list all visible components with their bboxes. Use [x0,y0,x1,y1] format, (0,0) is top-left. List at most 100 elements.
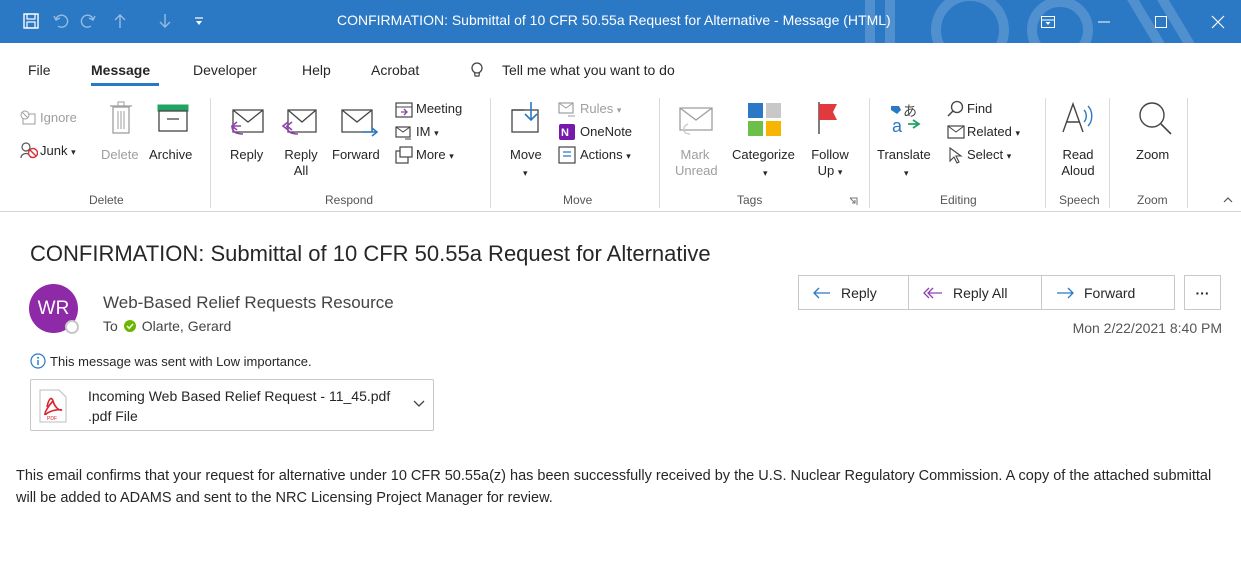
actions-button[interactable]: Actions ▾ [580,147,631,164]
im-icon [395,123,413,141]
junk-label: Junk [40,143,68,158]
menu-bar: File Message Developer Help Acrobat Tell… [0,56,1241,86]
reading-pane: CONFIRMATION: Submittal of 10 CFR 50.55a… [0,213,1241,583]
move-dropdown-arrow[interactable]: ▾ [523,165,528,181]
categorize-button[interactable]: Categorize [732,147,795,163]
message-body: This email confirms that your request fo… [16,468,1212,506]
reply-all-action-button[interactable]: Reply All [908,275,1042,310]
follow-up-line1: Follow [811,147,849,162]
read-aloud-line1: Read [1062,147,1094,162]
group-label-zoom: Zoom [1137,193,1168,207]
reply-action-label: Reply [841,284,877,301]
svg-text:あ: あ [903,104,917,120]
avatar[interactable]: WR [29,284,79,334]
title-bar: CONFIRMATION: Submittal of 10 CFR 50.55a… [0,0,1241,43]
rules-button[interactable]: Rules ▾ [580,101,621,118]
reply-button[interactable]: Reply [230,147,263,163]
ribbon-display-options-icon[interactable] [1025,0,1071,43]
menu-file[interactable]: File [28,62,51,78]
ignore-button[interactable]: Ignore [40,110,77,126]
select-button[interactable]: Select ▾ [967,147,1011,164]
group-separator [869,98,870,208]
delete-button[interactable]: Delete [101,147,139,163]
read-aloud-icon [1060,100,1094,134]
forward-action-button[interactable]: Forward [1041,275,1175,310]
more-respond-button[interactable]: More ▾ [416,147,454,164]
select-cursor-icon [947,146,965,164]
ignore-icon [20,110,36,126]
onenote-icon: N [558,123,576,141]
reply-arrow-icon [813,287,831,299]
chevron-down-icon[interactable] [413,400,425,408]
recipient-row: To Olarte, Gerard [103,318,231,334]
next-item-icon[interactable] [155,11,175,31]
reply-all-icon [282,104,318,138]
group-separator [1109,98,1110,208]
close-button[interactable] [1195,0,1241,43]
undo-icon[interactable] [51,11,71,31]
more-actions-button[interactable]: ··· [1184,275,1221,310]
ribbon: Ignore Junk ▾ Delete Archive Delete Repl… [0,90,1241,212]
reply-action-button[interactable]: Reply [798,275,909,310]
find-button[interactable]: Find [967,101,992,117]
move-button[interactable]: Move [510,147,542,163]
previous-item-icon[interactable] [110,11,130,31]
rules-label: Rules [580,101,614,116]
presence-available-icon [123,320,136,332]
customize-toolbar-icon[interactable] [189,11,209,31]
dialog-launcher-icon[interactable] [849,197,858,206]
sender-name[interactable]: Web-Based Relief Requests Resource [103,293,394,313]
maximize-button[interactable] [1138,0,1184,43]
meeting-button[interactable]: Meeting [416,101,462,117]
group-separator [659,98,660,208]
im-button[interactable]: IM ▾ [416,124,439,141]
minimize-button[interactable] [1081,0,1127,43]
group-label-move: Move [563,193,593,207]
more-respond-label: More [416,147,446,162]
group-label-editing: Editing [940,193,977,207]
translate-dropdown-arrow[interactable]: ▾ [904,165,909,181]
translate-button[interactable]: Translate [877,147,931,163]
read-aloud-button[interactable]: Read Aloud [1060,147,1096,179]
collapse-ribbon-icon[interactable] [1223,196,1233,204]
forward-icon [340,104,378,138]
follow-up-button[interactable]: Follow Up ▾ [808,147,852,180]
onenote-button[interactable]: OneNote [580,124,632,140]
attachment-card[interactable]: PDF Incoming Web Based Relief Request - … [30,379,434,431]
menu-acrobat[interactable]: Acrobat [371,62,419,78]
save-icon[interactable] [21,11,41,31]
archive-button[interactable]: Archive [149,147,192,163]
menu-message[interactable]: Message [91,62,150,78]
reply-icon [229,104,265,138]
group-separator [490,98,491,208]
group-label-tags: Tags [737,193,763,207]
forward-arrow-icon [1056,287,1074,299]
reply-all-arrow-icon [923,287,943,299]
reply-all-action-label: Reply All [953,284,1008,301]
svg-text:a: a [892,116,903,134]
mark-unread-button[interactable]: Mark Unread [675,147,718,179]
to-label: To [103,318,118,334]
mark-unread-icon [678,104,714,136]
menu-developer[interactable]: Developer [193,62,257,78]
im-label: IM [416,124,431,139]
zoom-icon [1137,100,1173,136]
recipient-name[interactable]: Olarte, Gerard [142,318,231,334]
group-separator [1187,98,1188,208]
reply-all-button[interactable]: Reply All [284,147,318,179]
related-button[interactable]: Related ▾ [967,124,1020,141]
translate-icon: あa [889,102,923,134]
tell-me-search[interactable]: Tell me what you want to do [502,62,675,78]
mark-unread-line2: Unread [675,163,718,178]
menu-help[interactable]: Help [302,62,331,78]
categorize-dropdown-arrow[interactable]: ▾ [763,165,768,181]
group-label-speech: Speech [1059,193,1100,207]
redo-icon[interactable] [78,11,98,31]
follow-up-flag-icon [815,100,841,136]
junk-button[interactable]: Junk ▾ [40,143,76,160]
delete-icon [109,100,133,134]
group-separator [210,98,211,208]
zoom-button[interactable]: Zoom [1136,147,1169,163]
group-label-delete: Delete [89,193,124,207]
forward-button[interactable]: Forward [332,147,380,163]
